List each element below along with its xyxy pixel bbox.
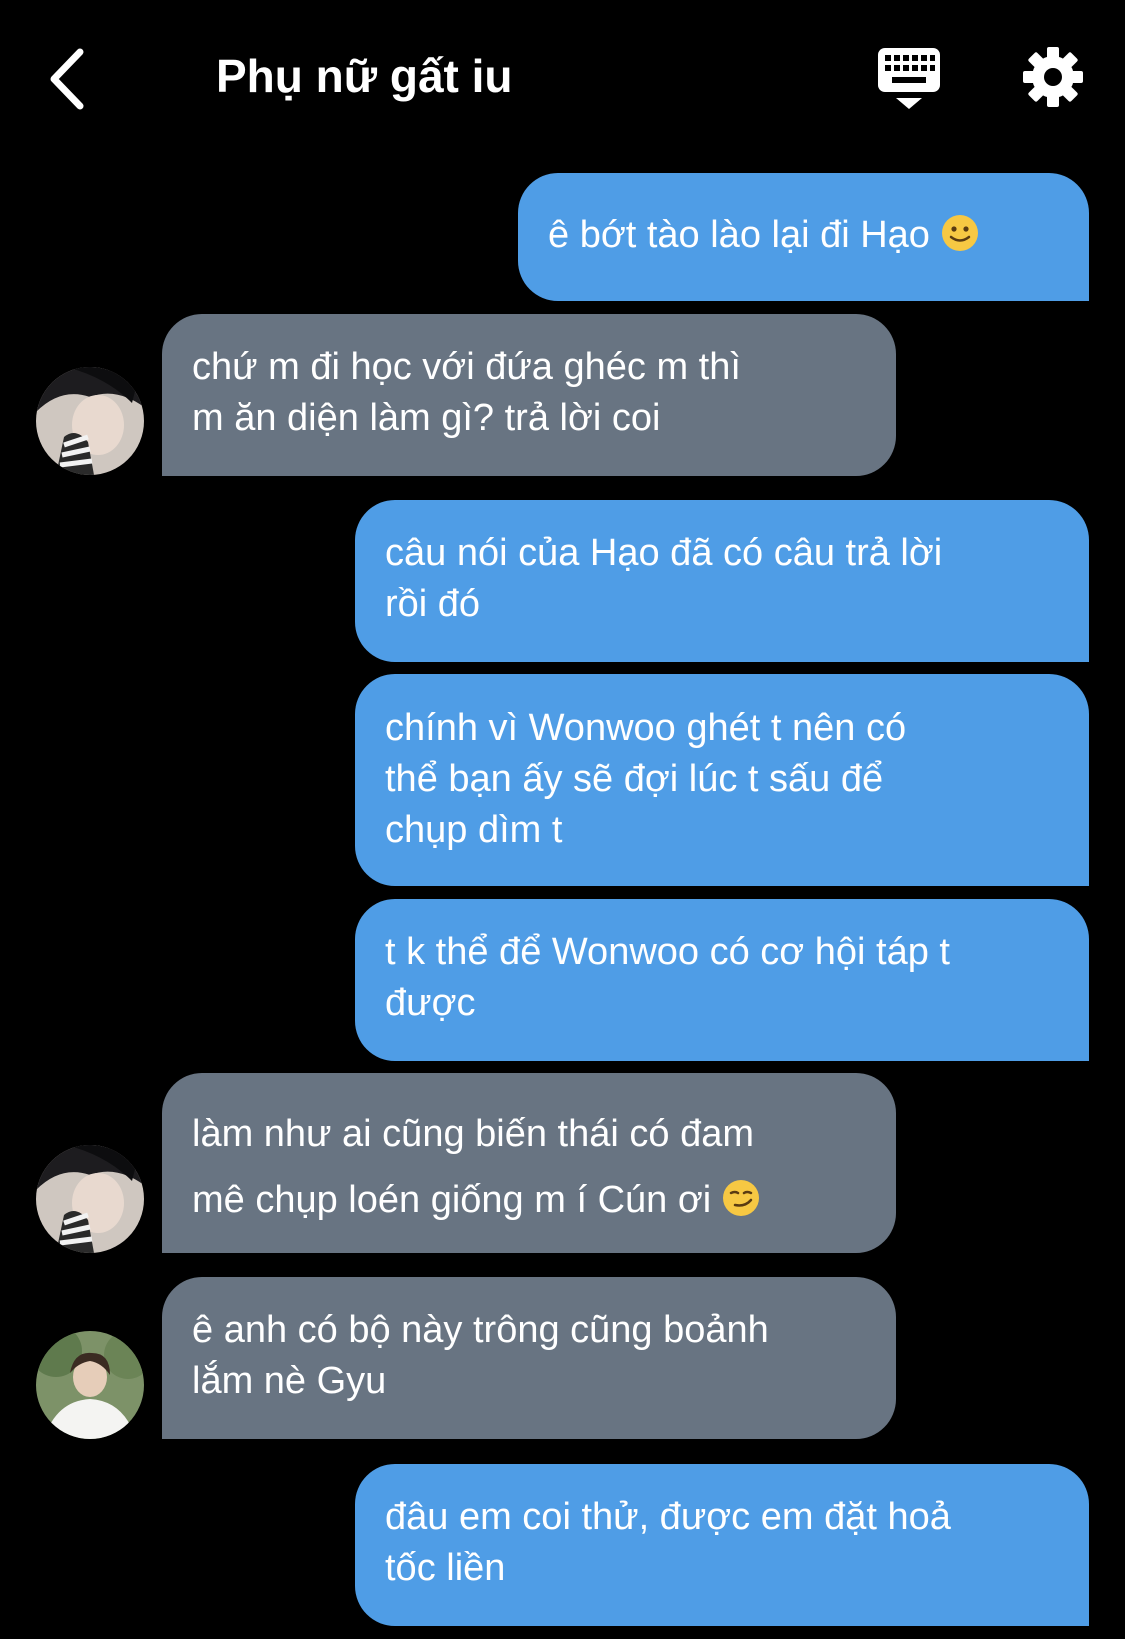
chat-title[interactable]: Phụ nữ gất iu	[216, 44, 513, 108]
avatar[interactable]	[36, 1145, 144, 1253]
message-bubble-outgoing[interactable]: đâu em coi thử, được em đặt hoả tốc liền	[355, 1464, 1089, 1626]
chat-header: Phụ nữ gất iu	[0, 0, 1125, 150]
avatar[interactable]	[36, 367, 144, 475]
message-bubble-outgoing[interactable]: chính vì Wonwoo ghét t nên có thể bạn ấy…	[355, 674, 1089, 886]
message-bubble-incoming[interactable]: chứ m đi học với đứa ghéc m thì m ăn diệ…	[162, 314, 896, 476]
avatar[interactable]	[36, 1331, 144, 1439]
message-text: ê bớt tào lào lại đi Hạo	[548, 210, 1059, 261]
message-bubble-incoming[interactable]: làm như ai cũng biến thái có đam mê chụp…	[162, 1073, 896, 1253]
back-button[interactable]	[44, 44, 94, 114]
message-bubble-outgoing[interactable]: t k thể để Wonwoo có cơ hội táp t được	[355, 899, 1089, 1061]
settings-button[interactable]	[1022, 46, 1084, 108]
smirking-face-icon	[723, 1179, 760, 1216]
gear-icon	[1023, 47, 1083, 107]
keyboard-toggle-button[interactable]	[876, 46, 942, 110]
avatar-photo	[36, 367, 144, 475]
message-bubble-incoming[interactable]: ê anh có bộ này trông cũng boảnh lắm nè …	[162, 1277, 896, 1439]
slightly-smiling-face-icon	[941, 214, 978, 251]
keyboard-hide-icon	[878, 48, 940, 109]
message-bubble-outgoing[interactable]: câu nói của Hạo đã có câu trả lời rồi đó	[355, 500, 1089, 662]
avatar-photo	[36, 1145, 144, 1253]
message-bubble-outgoing[interactable]: ê bớt tào lào lại đi Hạo	[518, 173, 1089, 301]
chevron-left-icon	[50, 48, 84, 110]
avatar-photo	[36, 1331, 144, 1439]
